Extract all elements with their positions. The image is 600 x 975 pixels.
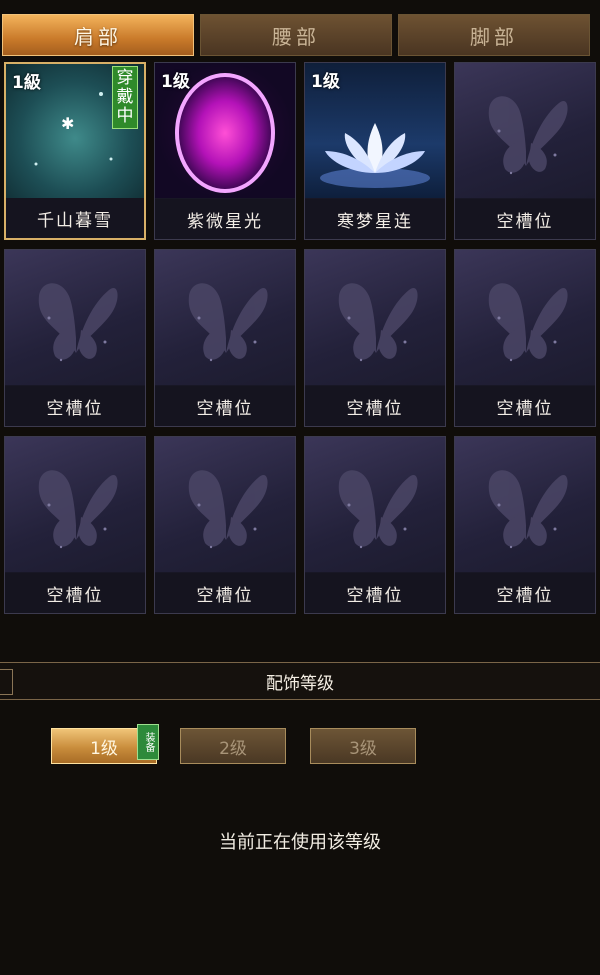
- empty-slot[interactable]: 空槽位: [304, 436, 446, 614]
- accessory-grid: ✱ 1級 穿戴中 千山暮雪 1级 紫微星光 1级 寒梦星连 空槽位 空槽位 空槽…: [0, 60, 600, 620]
- empty-slot[interactable]: 空槽位: [154, 436, 296, 614]
- butterfly-placeholder-icon: [455, 250, 595, 385]
- section-bar: 配饰等级: [0, 662, 600, 700]
- slot-level: 1級: [12, 73, 41, 93]
- slot-level: 1级: [311, 72, 340, 92]
- level-2-button[interactable]: 2级: [180, 728, 286, 764]
- empty-slot[interactable]: 空槽位: [454, 436, 596, 614]
- accessory-slot[interactable]: 1级寒梦星连: [304, 62, 446, 240]
- butterfly-placeholder-icon: [155, 437, 295, 572]
- accessory-slot[interactable]: 1级紫微星光: [154, 62, 296, 240]
- accessory-tabs: 肩部 腰部 脚部: [0, 14, 600, 58]
- worn-badge: 穿戴中: [112, 66, 138, 129]
- empty-slot[interactable]: 空槽位: [454, 249, 596, 427]
- section-title: 配饰等级: [266, 673, 334, 694]
- slot-name: 空槽位: [305, 573, 445, 613]
- empty-slot[interactable]: 空槽位: [4, 249, 146, 427]
- equipped-badge: 装备: [137, 724, 159, 760]
- tab-waist[interactable]: 腰部: [200, 14, 392, 56]
- slot-level: 1级: [161, 72, 190, 92]
- empty-slot[interactable]: 空槽位: [154, 249, 296, 427]
- empty-slot[interactable]: 空槽位: [454, 62, 596, 240]
- slot-name: 空槽位: [455, 573, 595, 613]
- butterfly-placeholder-icon: [455, 437, 595, 572]
- tab-shoulder[interactable]: 肩部: [2, 14, 194, 56]
- butterfly-placeholder-icon: [5, 437, 145, 572]
- slot-name: 空槽位: [455, 199, 595, 239]
- empty-slot[interactable]: 空槽位: [304, 249, 446, 427]
- slot-name: 空槽位: [455, 386, 595, 426]
- slot-name: 紫微星光: [155, 199, 295, 239]
- slot-name: 空槽位: [5, 573, 145, 613]
- empty-slot[interactable]: 空槽位: [4, 436, 146, 614]
- svg-text:✱: ✱: [61, 114, 74, 133]
- butterfly-placeholder-icon: [305, 437, 445, 572]
- level-3-button[interactable]: 3级: [310, 728, 416, 764]
- butterfly-placeholder-icon: [155, 250, 295, 385]
- butterfly-placeholder-icon: [305, 250, 445, 385]
- slot-name: 空槽位: [305, 386, 445, 426]
- slot-name: 空槽位: [155, 573, 295, 613]
- tab-feet[interactable]: 脚部: [398, 14, 590, 56]
- slot-name: 空槽位: [5, 386, 145, 426]
- status-text: 当前正在使用该等级: [219, 832, 381, 853]
- butterfly-placeholder-icon: [5, 250, 145, 385]
- slot-name: 寒梦星连: [305, 199, 445, 239]
- accessory-slot[interactable]: ✱ 1級 穿戴中千山暮雪: [4, 62, 146, 240]
- butterfly-placeholder-icon: [455, 63, 595, 198]
- slot-name: 空槽位: [155, 386, 295, 426]
- slot-name: 千山暮雪: [6, 198, 144, 238]
- equipped-badge-label: 装备: [143, 732, 154, 752]
